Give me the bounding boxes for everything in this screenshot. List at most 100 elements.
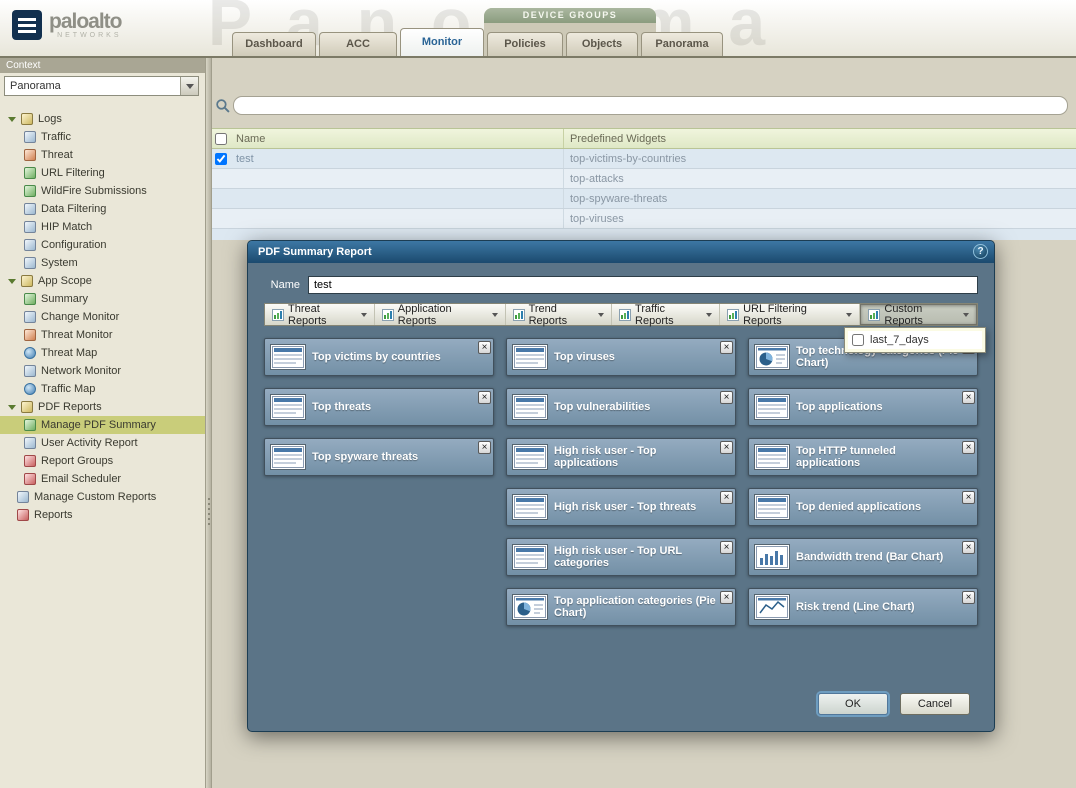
- report-card-top-http-tunneled-applications[interactable]: Top HTTP tunneled applications×: [748, 438, 978, 476]
- report-card-top-spyware-threats[interactable]: Top spyware threats×: [264, 438, 494, 476]
- dropdown-caret-icon: [492, 313, 498, 317]
- sidebar-item-pdf-reports[interactable]: PDF Reports: [0, 398, 205, 416]
- email-scheduler-icon: [24, 473, 36, 485]
- menu-item-checkbox[interactable]: [852, 334, 864, 346]
- sidebar-item-url-filtering[interactable]: URL Filtering: [0, 164, 205, 182]
- report-card-high-risk-user-top-threats[interactable]: High risk user - Top threats×: [506, 488, 736, 526]
- tree-expand-icon[interactable]: [8, 117, 16, 122]
- report-card-top-vulnerabilities[interactable]: Top vulnerabilities ×: [506, 388, 736, 426]
- remove-widget-button[interactable]: ×: [720, 341, 733, 354]
- sidebar-item-network-monitor[interactable]: Network Monitor: [0, 362, 205, 380]
- remove-widget-button[interactable]: ×: [478, 441, 491, 454]
- sidebar-item-app-scope[interactable]: App Scope: [0, 272, 205, 290]
- tab-acc[interactable]: ACC: [319, 32, 397, 56]
- bar-thumbnail-icon: [754, 544, 790, 570]
- cancel-button[interactable]: Cancel: [900, 693, 970, 715]
- toolbar-button-application-reports[interactable]: Application Reports: [375, 304, 506, 325]
- tree-expand-icon[interactable]: [8, 405, 16, 410]
- logo-bars-icon: [18, 18, 36, 33]
- help-icon[interactable]: ?: [973, 244, 988, 259]
- sidebar-item-threat[interactable]: Threat: [0, 146, 205, 164]
- tab-policies[interactable]: Policies: [487, 32, 563, 56]
- report-card-label: Top vulnerabilities: [554, 401, 650, 413]
- remove-widget-button[interactable]: ×: [962, 491, 975, 504]
- tab-panorama[interactable]: Panorama: [641, 32, 723, 56]
- tab-objects[interactable]: Objects: [566, 32, 638, 56]
- sidebar-item-summary[interactable]: Summary: [0, 290, 205, 308]
- table-row[interactable]: top-viruses: [212, 209, 1076, 229]
- remove-widget-button[interactable]: ×: [720, 541, 733, 554]
- sidebar-item-threat-monitor[interactable]: Threat Monitor: [0, 326, 205, 344]
- table-row[interactable]: top-spyware-threats: [212, 189, 1076, 209]
- dialog-footer: OK Cancel: [818, 693, 970, 715]
- sidebar-item-threat-map[interactable]: Threat Map: [0, 344, 205, 362]
- sidebar-item-logs[interactable]: Logs: [0, 110, 205, 128]
- toolbar-button-label: Traffic Reports: [635, 303, 702, 327]
- sidebar-item-change-monitor[interactable]: Change Monitor: [0, 308, 205, 326]
- row-checkbox[interactable]: [215, 153, 227, 165]
- remove-widget-button[interactable]: ×: [962, 441, 975, 454]
- sidebar-item-traffic-map[interactable]: Traffic Map: [0, 380, 205, 398]
- logo-text: paloalto: [49, 12, 122, 32]
- report-card-top-applications[interactable]: Top applications×: [748, 388, 978, 426]
- sidebar-item-report-groups[interactable]: Report Groups: [0, 452, 205, 470]
- remove-widget-button[interactable]: ×: [962, 591, 975, 604]
- toolbar-button-custom-reports[interactable]: Custom Reports: [860, 304, 977, 325]
- toolbar-button-threat-reports[interactable]: Threat Reports: [265, 304, 375, 325]
- tab-monitor[interactable]: Monitor: [400, 28, 484, 56]
- sidebar-item-data-filtering[interactable]: Data Filtering: [0, 200, 205, 218]
- sidebar-item-reports[interactable]: Reports: [0, 506, 205, 524]
- report-card-top-threats[interactable]: Top threats×: [264, 388, 494, 426]
- tab-dashboard[interactable]: Dashboard: [232, 32, 316, 56]
- search-input[interactable]: [233, 96, 1068, 115]
- report-card-top-viruses[interactable]: Top viruses×: [506, 338, 736, 376]
- context-select[interactable]: Panorama: [4, 76, 199, 96]
- remove-widget-button[interactable]: ×: [478, 391, 491, 404]
- remove-widget-button[interactable]: ×: [720, 591, 733, 604]
- toolbar-button-label: Trend Reports: [529, 303, 594, 327]
- context-dropdown-button[interactable]: [180, 77, 198, 95]
- remove-widget-button[interactable]: ×: [720, 491, 733, 504]
- sidebar-item-traffic[interactable]: Traffic: [0, 128, 205, 146]
- table-thumbnail-icon: [754, 494, 790, 520]
- select-all-checkbox[interactable]: [215, 133, 227, 145]
- toolbar-button-label: Custom Reports: [884, 303, 959, 327]
- sidebar-item-user-activity-report[interactable]: User Activity Report: [0, 434, 205, 452]
- table-row[interactable]: testtop-victims-by-countries: [212, 149, 1076, 169]
- toolbar-button-url-filtering-reports[interactable]: URL Filtering Reports: [720, 304, 860, 325]
- report-card-bandwidth-trend-bar-chart[interactable]: Bandwidth trend (Bar Chart)×: [748, 538, 978, 576]
- report-card-high-risk-user-top-applications[interactable]: High risk user - Top applications×: [506, 438, 736, 476]
- report-card-top-denied-applications[interactable]: Top denied applications×: [748, 488, 978, 526]
- report-card-risk-trend-line-chart[interactable]: Risk trend (Line Chart)×: [748, 588, 978, 626]
- report-card-high-risk-user-top-url-categories[interactable]: High risk user - Top URL categories×: [506, 538, 736, 576]
- dialog-titlebar[interactable]: PDF Summary Report ?: [248, 241, 994, 263]
- pane-splitter[interactable]: [205, 58, 212, 788]
- table-row[interactable]: top-attacks: [212, 169, 1076, 189]
- report-card-label: Top HTTP tunneled applications: [796, 445, 959, 469]
- splitter-grip-icon[interactable]: [208, 498, 210, 528]
- remove-widget-button[interactable]: ×: [478, 341, 491, 354]
- sidebar-item-email-scheduler[interactable]: Email Scheduler: [0, 470, 205, 488]
- menu-item-last-7-days[interactable]: last_7_days: [848, 331, 982, 349]
- predefined-widget-cell: top-viruses: [564, 213, 1076, 225]
- user-activity-report-icon: [24, 437, 36, 449]
- remove-widget-button[interactable]: ×: [720, 441, 733, 454]
- remove-widget-button[interactable]: ×: [962, 391, 975, 404]
- toolbar-button-traffic-reports[interactable]: Traffic Reports: [612, 304, 720, 325]
- sidebar-item-hip-match[interactable]: HIP Match: [0, 218, 205, 236]
- report-card-top-victims-by-countries[interactable]: Top victims by countries×: [264, 338, 494, 376]
- paloalto-logo-icon: [12, 10, 42, 40]
- sidebar-item-manage-custom-reports[interactable]: Manage Custom Reports: [0, 488, 205, 506]
- report-card-top-application-categories-pie-chart[interactable]: Top application categories (Pie Chart)×: [506, 588, 736, 626]
- toolbar-button-trend-reports[interactable]: Trend Reports: [506, 304, 612, 325]
- sidebar-item-manage-pdf-summary[interactable]: Manage PDF Summary: [0, 416, 205, 434]
- sidebar-item-wildfire-submissions[interactable]: WildFire Submissions: [0, 182, 205, 200]
- report-name-input[interactable]: [308, 276, 978, 294]
- remove-widget-button[interactable]: ×: [720, 391, 733, 404]
- tree-expand-icon[interactable]: [8, 279, 16, 284]
- report-card-label: High risk user - Top URL categories: [554, 545, 717, 569]
- sidebar-item-system[interactable]: System: [0, 254, 205, 272]
- remove-widget-button[interactable]: ×: [962, 541, 975, 554]
- ok-button[interactable]: OK: [818, 693, 888, 715]
- sidebar-item-configuration[interactable]: Configuration: [0, 236, 205, 254]
